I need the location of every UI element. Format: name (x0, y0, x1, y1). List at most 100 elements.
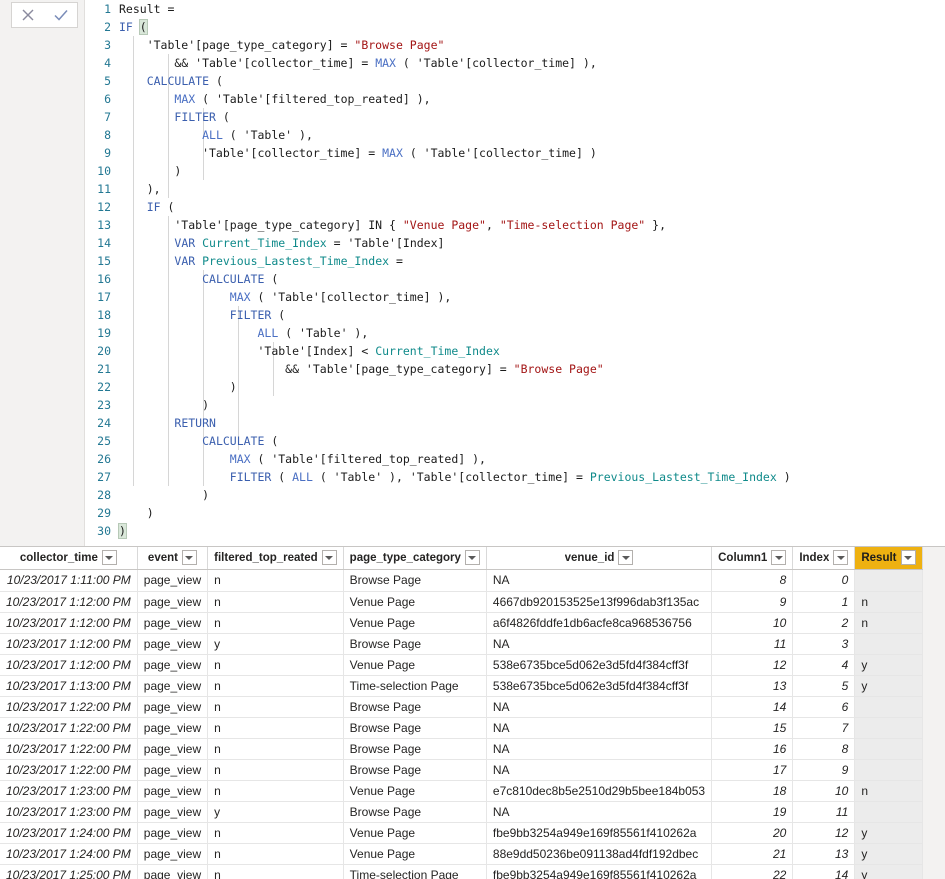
table-row[interactable]: 10/23/2017 1:24:00 PM page_view n Venue Pag… (0, 843, 923, 865)
table-cell-collector-time: 10/23/2017 1:22:00 PM (0, 759, 138, 781)
code-line[interactable]: 19 ALL ( 'Table' ), (85, 324, 945, 342)
code-line[interactable]: 20 'Table'[Index] < Current_Time_Index (85, 342, 945, 360)
code-line[interactable]: 28 ) (85, 486, 945, 504)
column-header-venue-id[interactable]: venue_id (486, 547, 713, 570)
table-row[interactable]: 10/23/2017 1:12:00 PM page_view n Venue Pag… (0, 612, 923, 634)
table-cell-column1: 10 (711, 612, 794, 634)
column-header-collector-time[interactable]: collector_time (0, 547, 138, 570)
table-row[interactable]: 10/23/2017 1:12:00 PM page_view n Venue Pag… (0, 654, 923, 676)
code-line[interactable]: 2 IF ( (85, 18, 945, 36)
code-text: ), (119, 182, 161, 196)
table-row[interactable]: 10/23/2017 1:22:00 PM page_view n Browse Pa… (0, 759, 923, 781)
code-text: CALCULATE ( (119, 74, 223, 88)
filter-dropdown-result[interactable] (900, 550, 916, 566)
code-text: 'Table'[page_type_category] IN { "Venue … (119, 218, 666, 232)
column-header-filtered-top-reated[interactable]: filtered_top_reated (207, 547, 344, 570)
table-cell-result (854, 633, 923, 655)
table-cell-venue-id: NA (486, 759, 713, 781)
table-row[interactable]: 10/23/2017 1:22:00 PM page_view n Browse Pa… (0, 738, 923, 760)
filter-dropdown-filtered-top-reated[interactable] (321, 550, 337, 566)
column-header-label: page_type_category (349, 551, 461, 564)
code-line[interactable]: 4 && 'Table'[collector_time] = MAX ( 'Ta… (85, 54, 945, 72)
table-cell-page-type-category: Browse Page (343, 569, 487, 592)
code-line[interactable]: 11 ), (85, 180, 945, 198)
table-row[interactable]: 10/23/2017 1:25:00 PM page_view n Time-sele… (0, 864, 923, 879)
code-line[interactable]: 9 'Table'[collector_time] = MAX ( 'Table… (85, 144, 945, 162)
table-cell-page-type-category: Venue Page (343, 591, 487, 613)
data-grid[interactable]: collector_time event filtered_top_reatedpa… (0, 546, 945, 879)
commit-button[interactable] (47, 3, 75, 27)
header-inner: page_type_category (349, 547, 480, 568)
table-row-partial[interactable]: 10/23/2017 1:11:00 PM page_view n Browse Pa… (0, 569, 923, 592)
column-header-column1[interactable]: Column1 (711, 547, 794, 570)
table-cell-filtered-top-reated: n (207, 591, 344, 613)
code-line[interactable]: 1 Result = (85, 0, 945, 18)
code-line[interactable]: 30) (85, 522, 945, 540)
code-token: ) (118, 523, 127, 539)
line-number: 14 (97, 236, 111, 250)
code-line[interactable]: 5 CALCULATE ( (85, 72, 945, 90)
table-row[interactable]: 10/23/2017 1:23:00 PM page_view n Venue Pag… (0, 780, 923, 802)
table-cell-event: page_view (137, 801, 209, 823)
code-line[interactable]: 12 IF ( (85, 198, 945, 216)
table-cell-column1: 18 (711, 780, 794, 802)
code-line[interactable]: 10 ) (85, 162, 945, 180)
dax-code-editor[interactable]: 1 Result = 2 IF (3 'Table'[page_type_catego… (85, 0, 945, 546)
table-row[interactable]: 10/23/2017 1:12:00 PM page_view y Browse Pa… (0, 633, 923, 655)
code-line[interactable]: 29 ) (85, 504, 945, 522)
line-number: 17 (97, 290, 111, 304)
column-header-index[interactable]: Index (792, 547, 856, 570)
table-cell-index: 3 (792, 633, 856, 655)
code-line[interactable]: 6 MAX ( 'Table'[filtered_top_reated] ), (85, 90, 945, 108)
table-cell-index: 13 (792, 843, 856, 865)
chevron-down-icon (185, 555, 194, 560)
code-line[interactable]: 15 VAR Previous_Lastest_Time_Index = (85, 252, 945, 270)
code-line[interactable]: 26 MAX ( 'Table'[filtered_top_reated] ), (85, 450, 945, 468)
code-line[interactable]: 25 CALCULATE ( (85, 432, 945, 450)
table-row[interactable]: 10/23/2017 1:22:00 PM page_view n Browse Pa… (0, 696, 923, 718)
table-cell-column1: 12 (711, 654, 794, 676)
table-row[interactable]: 10/23/2017 1:22:00 PM page_view n Browse Pa… (0, 717, 923, 739)
cancel-button[interactable] (14, 3, 42, 27)
filter-dropdown-column1[interactable] (771, 550, 787, 566)
code-token: ( 'Table'[filtered_top_reated] ), (195, 92, 431, 106)
table-row[interactable]: 10/23/2017 1:24:00 PM page_view n Venue Pag… (0, 822, 923, 844)
code-text: 'Table'[collector_time] = MAX ( 'Table'[… (119, 146, 597, 160)
code-line[interactable]: 13 'Table'[page_type_category] IN { "Ven… (85, 216, 945, 234)
filter-dropdown-page-type-category[interactable] (464, 550, 480, 566)
code-token: 'Table'[Index] < (119, 344, 376, 358)
table-row[interactable]: 10/23/2017 1:23:00 PM page_view y Browse Pa… (0, 801, 923, 823)
code-line[interactable]: 27 FILTER ( ALL ( 'Table' ), 'Table'[col… (85, 468, 945, 486)
table-cell-index: 9 (792, 759, 856, 781)
code-line[interactable]: 24 RETURN (85, 414, 945, 432)
column-header-result[interactable]: Result (854, 547, 923, 570)
column-header-event[interactable]: event (137, 547, 209, 570)
table-cell-venue-id: NA (486, 633, 713, 655)
code-token: Result = (119, 2, 175, 16)
code-line[interactable]: 16 CALCULATE ( (85, 270, 945, 288)
code-line[interactable]: 14 VAR Current_Time_Index = 'Table'[Inde… (85, 234, 945, 252)
code-token: MAX (229, 452, 251, 466)
code-line[interactable]: 7 FILTER ( (85, 108, 945, 126)
table-cell-collector-time: 10/23/2017 1:24:00 PM (0, 822, 138, 844)
filter-dropdown-venue-id[interactable] (618, 550, 634, 566)
table-row[interactable]: 10/23/2017 1:13:00 PM page_view n Time-sele… (0, 675, 923, 697)
code-line[interactable]: 23 ) (85, 396, 945, 414)
code-token: FILTER (229, 308, 272, 322)
table-row[interactable]: 10/23/2017 1:12:00 PM page_view n Venue Pag… (0, 591, 923, 613)
code-text: MAX ( 'Table'[collector_time] ), (119, 290, 452, 304)
code-text: && 'Table'[collector_time] = MAX ( 'Tabl… (119, 56, 596, 70)
code-line[interactable]: 8 ALL ( 'Table' ), (85, 126, 945, 144)
code-line[interactable]: 22 ) (85, 378, 945, 396)
column-header-page-type-category[interactable]: page_type_category (343, 547, 487, 570)
filter-dropdown-event[interactable] (181, 550, 197, 566)
filter-dropdown-index[interactable] (833, 550, 849, 566)
code-line[interactable]: 21 && 'Table'[page_type_category] = "Bro… (85, 360, 945, 378)
filter-dropdown-collector-time[interactable] (101, 550, 117, 566)
code-line[interactable]: 18 FILTER ( (85, 306, 945, 324)
code-line[interactable]: 3 'Table'[page_type_category] = "Browse … (85, 36, 945, 54)
code-line[interactable]: 17 MAX ( 'Table'[collector_time] ), (85, 288, 945, 306)
